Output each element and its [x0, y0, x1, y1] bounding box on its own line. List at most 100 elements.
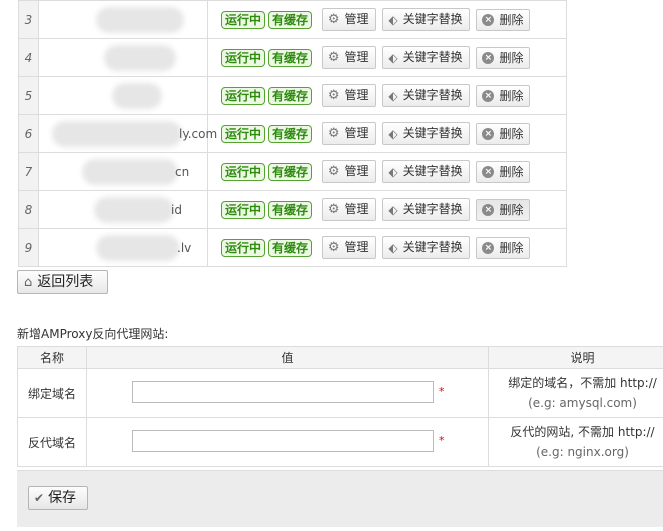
- keyword-replace-label: 关键字替换: [402, 126, 463, 141]
- tag-icon: ⬖: [388, 240, 398, 255]
- manage-label: 管理: [344, 164, 369, 179]
- redacted-domain: [101, 239, 175, 256]
- home-icon: ⌂: [24, 275, 33, 290]
- form-header-row: 名称 值 说明: [17, 346, 663, 369]
- proxy-domain-desc: 反代的网站, 不需加 http:// (e.g: nginx.org): [488, 417, 663, 467]
- redacted-domain: [101, 11, 179, 28]
- delete-button[interactable]: × 删除: [476, 84, 531, 107]
- close-circle-icon: ×: [482, 14, 495, 26]
- gear-icon: ⚙: [327, 239, 340, 255]
- site-row: 8 id 运行中 有缓存 ⚙ 管理 ⬖ 关键字替换 × 删除: [18, 190, 567, 229]
- cached-badge: 有缓存: [268, 86, 313, 105]
- site-row: 5 运行中 有缓存 ⚙ 管理 ⬖ 关键字替换 × 删除: [18, 76, 567, 115]
- back-to-list-button[interactable]: ⌂ 返回列表: [17, 270, 108, 294]
- running-badge: 运行中: [221, 10, 266, 29]
- tag-icon: ⬖: [388, 50, 398, 65]
- save-button[interactable]: ✔ 保存: [28, 486, 88, 510]
- manage-button[interactable]: ⚙ 管理: [321, 84, 376, 107]
- tag-icon: ⬖: [388, 88, 398, 103]
- delete-button[interactable]: × 删除: [476, 198, 531, 221]
- keyword-replace-button[interactable]: ⬖ 关键字替换: [382, 122, 470, 145]
- redacted-domain: [109, 49, 171, 66]
- tag-icon: ⬖: [388, 202, 398, 217]
- back-to-list-label: 返回列表: [37, 274, 94, 290]
- bind-domain-label: 绑定域名: [17, 368, 87, 418]
- running-badge: 运行中: [221, 48, 266, 67]
- check-icon: ✔: [34, 491, 45, 505]
- header-desc: 说明: [488, 346, 663, 369]
- close-circle-icon: ×: [482, 128, 495, 140]
- delete-button[interactable]: × 删除: [476, 122, 531, 145]
- cached-badge: 有缓存: [268, 10, 313, 29]
- keyword-replace-button[interactable]: ⬖ 关键字替换: [382, 160, 470, 183]
- proxy-domain-input[interactable]: [132, 430, 434, 452]
- delete-label: 删除: [499, 126, 524, 141]
- domain-suffix: .lv: [177, 240, 192, 255]
- cached-badge: 有缓存: [268, 48, 313, 67]
- keyword-replace-label: 关键字替换: [402, 50, 463, 65]
- add-site-form: 名称 值 说明 绑定域名 * 绑定的域名，不需加 http:// (e.g: a…: [17, 346, 663, 467]
- manage-button[interactable]: ⚙ 管理: [321, 236, 376, 259]
- keyword-replace-button[interactable]: ⬖ 关键字替换: [382, 8, 470, 31]
- row-index: 6: [18, 114, 39, 153]
- row-actions: 运行中 有缓存 ⚙ 管理 ⬖ 关键字替换 × 删除: [207, 228, 567, 267]
- gear-icon: ⚙: [327, 201, 340, 217]
- close-circle-icon: ×: [482, 166, 495, 178]
- manage-label: 管理: [344, 88, 369, 103]
- bind-domain-desc-text: 绑定的域名，不需加 http://: [508, 376, 657, 390]
- delete-button[interactable]: × 删除: [476, 8, 531, 31]
- header-value: 值: [86, 346, 489, 369]
- form-title: 新增AMProxy反向代理网站:: [17, 327, 169, 341]
- domain-suffix: ly.com: [179, 126, 218, 141]
- keyword-replace-label: 关键字替换: [402, 202, 463, 217]
- running-badge: 运行中: [221, 200, 266, 219]
- row-actions: 运行中 有缓存 ⚙ 管理 ⬖ 关键字替换 × 删除: [207, 38, 567, 77]
- manage-label: 管理: [344, 202, 369, 217]
- bind-domain-cell: *: [86, 368, 489, 418]
- running-badge: 运行中: [221, 162, 266, 181]
- bind-domain-input[interactable]: [132, 381, 434, 403]
- delete-button[interactable]: × 删除: [476, 160, 531, 183]
- close-circle-icon: ×: [482, 52, 495, 64]
- bind-domain-example: (e.g: amysql.com): [528, 396, 637, 410]
- site-row: 4 运行中 有缓存 ⚙ 管理 ⬖ 关键字替换 × 删除: [18, 38, 567, 77]
- manage-button[interactable]: ⚙ 管理: [321, 122, 376, 145]
- keyword-replace-button[interactable]: ⬖ 关键字替换: [382, 46, 470, 69]
- keyword-replace-button[interactable]: ⬖ 关键字替换: [382, 84, 470, 107]
- delete-button[interactable]: × 删除: [476, 46, 531, 69]
- redacted-domain: [87, 163, 173, 180]
- keyword-replace-button[interactable]: ⬖ 关键字替换: [382, 236, 470, 259]
- keyword-replace-label: 关键字替换: [402, 88, 463, 103]
- row-index: 8: [18, 190, 39, 229]
- form-row-proxy-domain: 反代域名 * 反代的网站, 不需加 http:// (e.g: nginx.or…: [17, 417, 663, 467]
- tag-icon: ⬖: [388, 126, 398, 141]
- proxy-domain-label: 反代域名: [17, 417, 87, 467]
- row-index: 3: [18, 0, 39, 39]
- cached-badge: 有缓存: [268, 124, 313, 143]
- manage-button[interactable]: ⚙ 管理: [321, 198, 376, 221]
- site-row: 6 ly.com 运行中 有缓存 ⚙ 管理 ⬖ 关键字替换 × 删除: [18, 114, 567, 153]
- keyword-replace-button[interactable]: ⬖ 关键字替换: [382, 198, 470, 221]
- close-circle-icon: ×: [482, 204, 495, 216]
- delete-label: 删除: [499, 202, 524, 217]
- row-index: 7: [18, 152, 39, 191]
- site-row: 7 cn 运行中 有缓存 ⚙ 管理 ⬖ 关键字替换 × 删除: [18, 152, 567, 191]
- bind-domain-desc: 绑定的域名，不需加 http:// (e.g: amysql.com): [488, 368, 663, 418]
- gear-icon: ⚙: [327, 125, 340, 141]
- manage-button[interactable]: ⚙ 管理: [321, 160, 376, 183]
- row-actions: 运行中 有缓存 ⚙ 管理 ⬖ 关键字替换 × 删除: [207, 152, 567, 191]
- manage-button[interactable]: ⚙ 管理: [321, 46, 376, 69]
- site-row: 3 运行中 有缓存 ⚙ 管理 ⬖ 关键字替换 × 删除: [18, 0, 567, 39]
- cached-badge: 有缓存: [268, 162, 313, 181]
- header-name: 名称: [17, 346, 87, 369]
- proxy-domain-example: (e.g: nginx.org): [536, 445, 629, 459]
- row-actions: 运行中 有缓存 ⚙ 管理 ⬖ 关键字替换 × 删除: [207, 114, 567, 153]
- delete-button[interactable]: × 删除: [476, 236, 531, 259]
- site-domain: ly.com: [38, 114, 217, 153]
- redacted-domain: [57, 125, 177, 142]
- domain-suffix: cn: [175, 164, 190, 179]
- manage-button[interactable]: ⚙ 管理: [321, 8, 376, 31]
- cached-badge: 有缓存: [268, 200, 313, 219]
- row-index: 4: [18, 38, 39, 77]
- keyword-replace-label: 关键字替换: [402, 240, 463, 255]
